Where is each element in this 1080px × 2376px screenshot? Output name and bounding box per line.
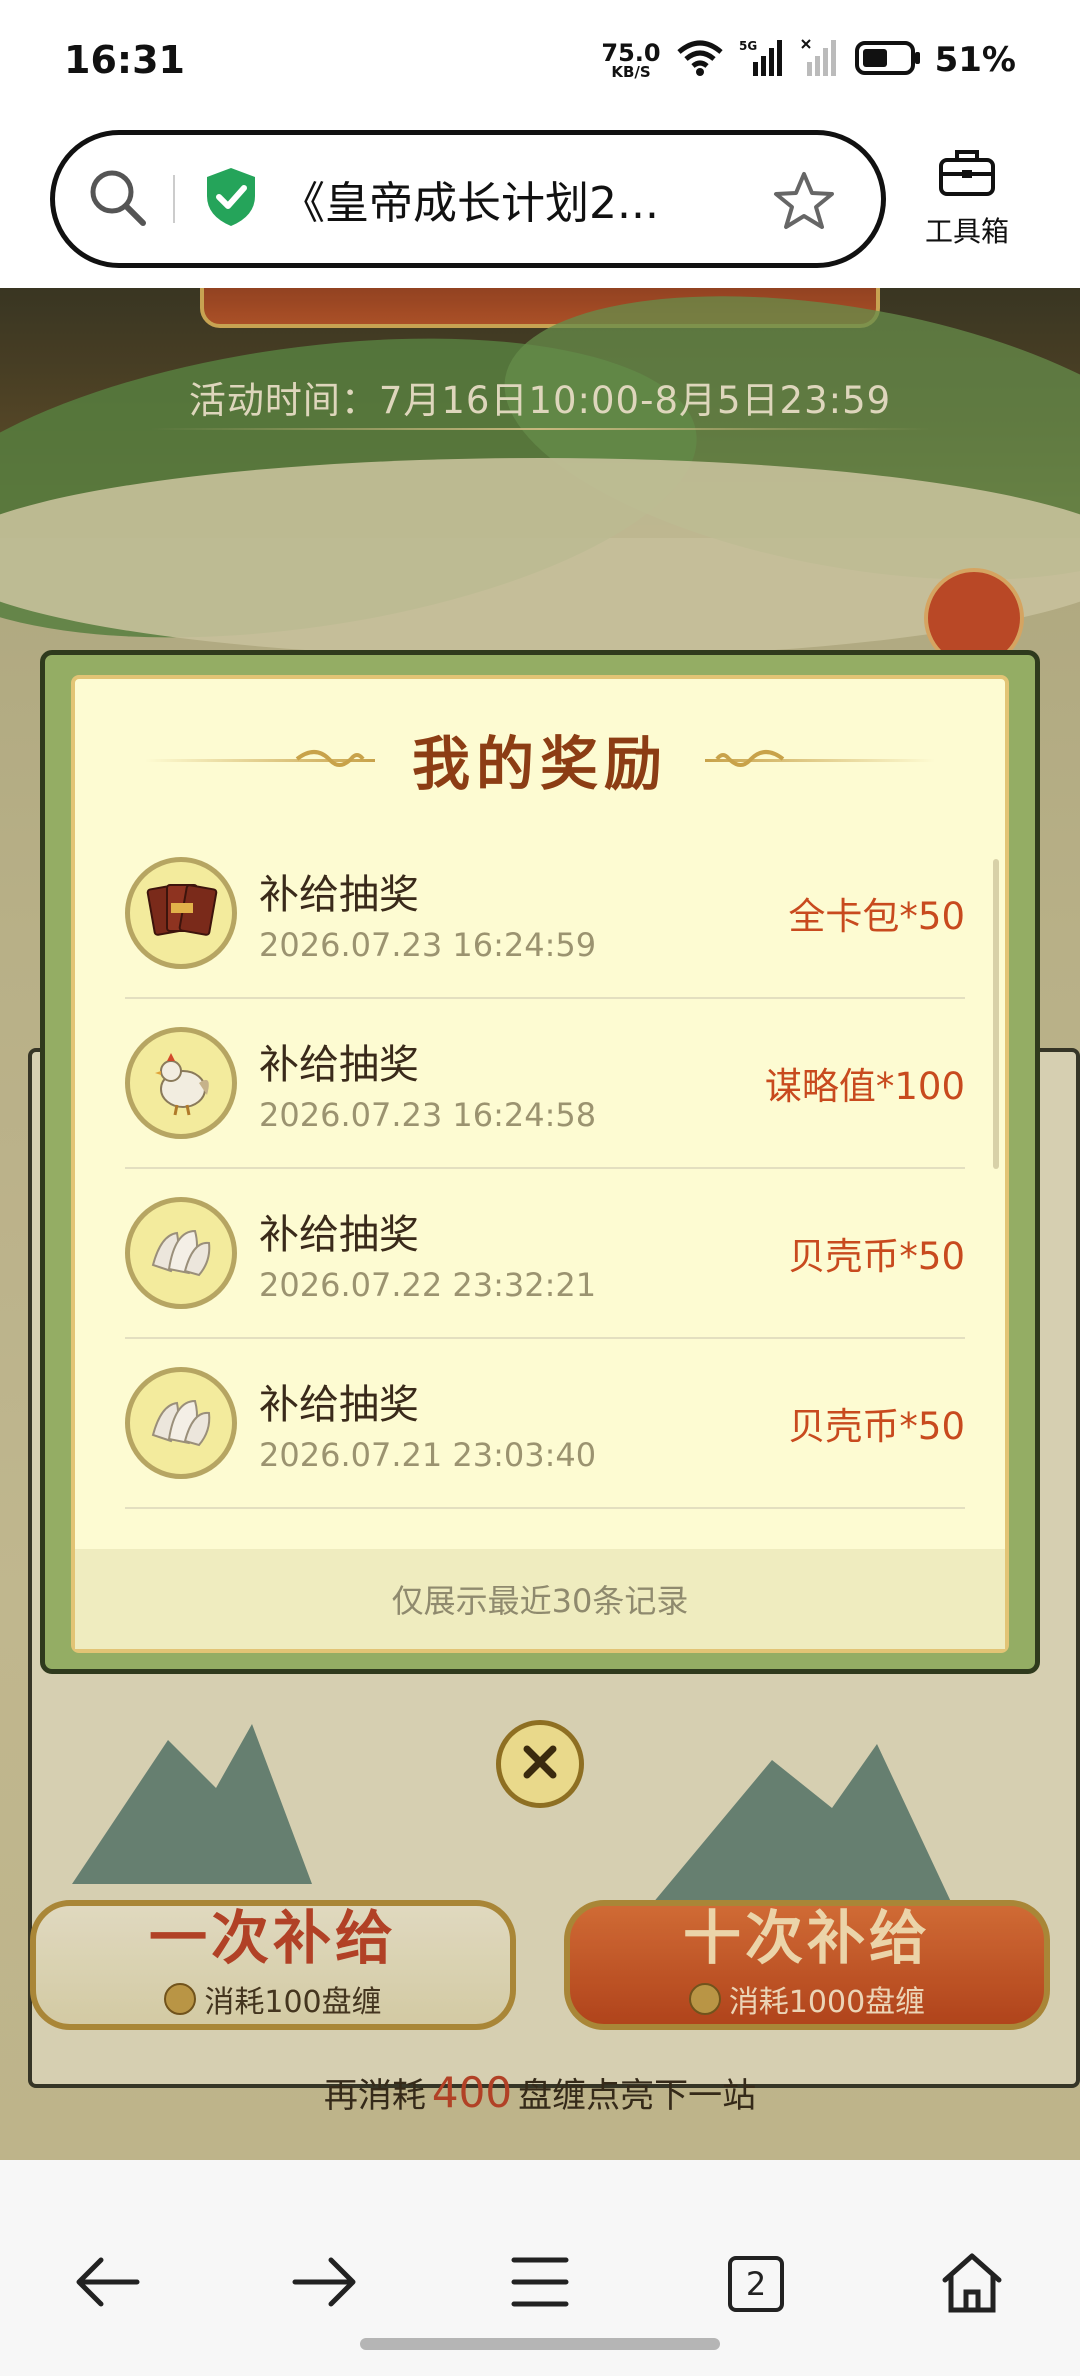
net-speed-value: 75.0 bbox=[601, 38, 661, 67]
list-item: 补给抽奖 2026.07.21 23:03:40 贝壳币*50 bbox=[125, 1339, 965, 1509]
modal-title: 我的奖励 bbox=[411, 730, 668, 798]
item-name: 补给抽奖 bbox=[259, 872, 419, 918]
menu-button[interactable] bbox=[495, 2244, 585, 2324]
status-time: 16:31 bbox=[64, 38, 185, 82]
shell-coin-icon bbox=[125, 1197, 237, 1309]
item-name: 补给抽奖 bbox=[259, 1382, 419, 1428]
title-ornament-line bbox=[705, 759, 935, 762]
item-date: 2026.07.22 23:32:21 bbox=[259, 1266, 597, 1304]
search-icon[interactable] bbox=[85, 165, 149, 233]
item-date: 2026.07.23 16:24:59 bbox=[259, 926, 597, 964]
cellular-signal-2-icon bbox=[800, 38, 841, 82]
close-modal-button[interactable] bbox=[496, 1720, 584, 1808]
bookmark-star-icon[interactable] bbox=[771, 169, 837, 239]
list-item: 补给抽奖 2026.07.23 16:24:59 全卡包*50 bbox=[125, 829, 965, 999]
close-icon bbox=[515, 1737, 565, 1791]
battery-icon bbox=[854, 40, 921, 80]
url-box[interactable]: 《皇帝成长计划2... bbox=[50, 130, 886, 268]
cloud-swirl-icon bbox=[295, 741, 365, 781]
tabs-button[interactable]: 2 bbox=[711, 2244, 801, 2324]
item-date: 2026.07.23 16:24:58 bbox=[259, 1096, 597, 1134]
status-bar: 16:31 75.0 KB/S 5G 51% bbox=[0, 0, 1080, 120]
url-divider bbox=[173, 175, 175, 223]
toolbox-button[interactable]: 工具箱 bbox=[912, 148, 1022, 268]
modal-header: 我的奖励 bbox=[75, 719, 1005, 799]
arrow-left-icon bbox=[73, 2252, 143, 2316]
item-reward: 贝壳币*50 bbox=[788, 1405, 965, 1448]
address-bar-row: 《皇帝成长计划2... 工具箱 bbox=[0, 120, 1080, 288]
home-button[interactable] bbox=[927, 2244, 1017, 2324]
arrow-right-icon bbox=[289, 2252, 359, 2316]
item-reward: 全卡包*50 bbox=[788, 895, 965, 938]
card-pack-icon bbox=[125, 857, 237, 969]
home-indicator[interactable] bbox=[360, 2338, 720, 2350]
item-reward: 贝壳币*50 bbox=[788, 1235, 965, 1278]
tab-count: 2 bbox=[728, 2256, 784, 2312]
item-reward: 谋略值*100 bbox=[764, 1065, 965, 1108]
item-text: 补给抽奖 2026.07.23 16:24:59 bbox=[259, 862, 596, 964]
rewards-modal-body: 我的奖励 补给抽奖 2026.07.23 16:24:59 全卡包*50 补给抽… bbox=[71, 675, 1009, 1653]
modal-footer-note: 仅展示最近30条记录 bbox=[75, 1549, 1005, 1649]
toolbox-icon bbox=[937, 148, 997, 202]
rewards-modal: 我的奖励 补给抽奖 2026.07.23 16:24:59 全卡包*50 补给抽… bbox=[40, 650, 1040, 1674]
strategy-rooster-icon bbox=[125, 1027, 237, 1139]
cellular-signal-icon: 5G bbox=[739, 38, 787, 82]
toolbox-label: 工具箱 bbox=[924, 215, 1009, 248]
svg-text:5G: 5G bbox=[739, 39, 757, 53]
item-text: 补给抽奖 2026.07.22 23:32:21 bbox=[259, 1202, 596, 1304]
security-shield-icon[interactable] bbox=[203, 166, 259, 232]
net-speed: 75.0 KB/S bbox=[601, 41, 660, 80]
wifi-icon bbox=[675, 38, 725, 82]
battery-percent: 51% bbox=[934, 40, 1016, 80]
net-speed-unit: KB/S bbox=[611, 62, 651, 81]
home-icon bbox=[939, 2250, 1005, 2318]
item-name: 补给抽奖 bbox=[259, 1042, 419, 1088]
menu-icon bbox=[510, 2254, 570, 2314]
item-date: 2026.07.21 23:03:40 bbox=[259, 1436, 597, 1474]
forward-button[interactable] bbox=[279, 2244, 369, 2324]
status-icons: 75.0 KB/S 5G 51% bbox=[601, 38, 1016, 82]
rewards-list[interactable]: 补给抽奖 2026.07.23 16:24:59 全卡包*50 补给抽奖 202… bbox=[125, 829, 965, 1509]
list-item: 补给抽奖 2026.07.23 16:24:58 谋略值*100 bbox=[125, 999, 965, 1169]
list-item: 补给抽奖 2026.07.22 23:32:21 贝壳币*50 bbox=[125, 1169, 965, 1339]
url-title[interactable]: 《皇帝成长计划2... bbox=[281, 167, 721, 231]
shell-coin-icon bbox=[125, 1367, 237, 1479]
item-text: 补给抽奖 2026.07.23 16:24:58 bbox=[259, 1032, 596, 1134]
item-name: 补给抽奖 bbox=[259, 1212, 419, 1258]
list-scrollbar[interactable] bbox=[993, 859, 999, 1169]
back-button[interactable] bbox=[63, 2244, 153, 2324]
item-text: 补给抽奖 2026.07.21 23:03:40 bbox=[259, 1372, 596, 1474]
